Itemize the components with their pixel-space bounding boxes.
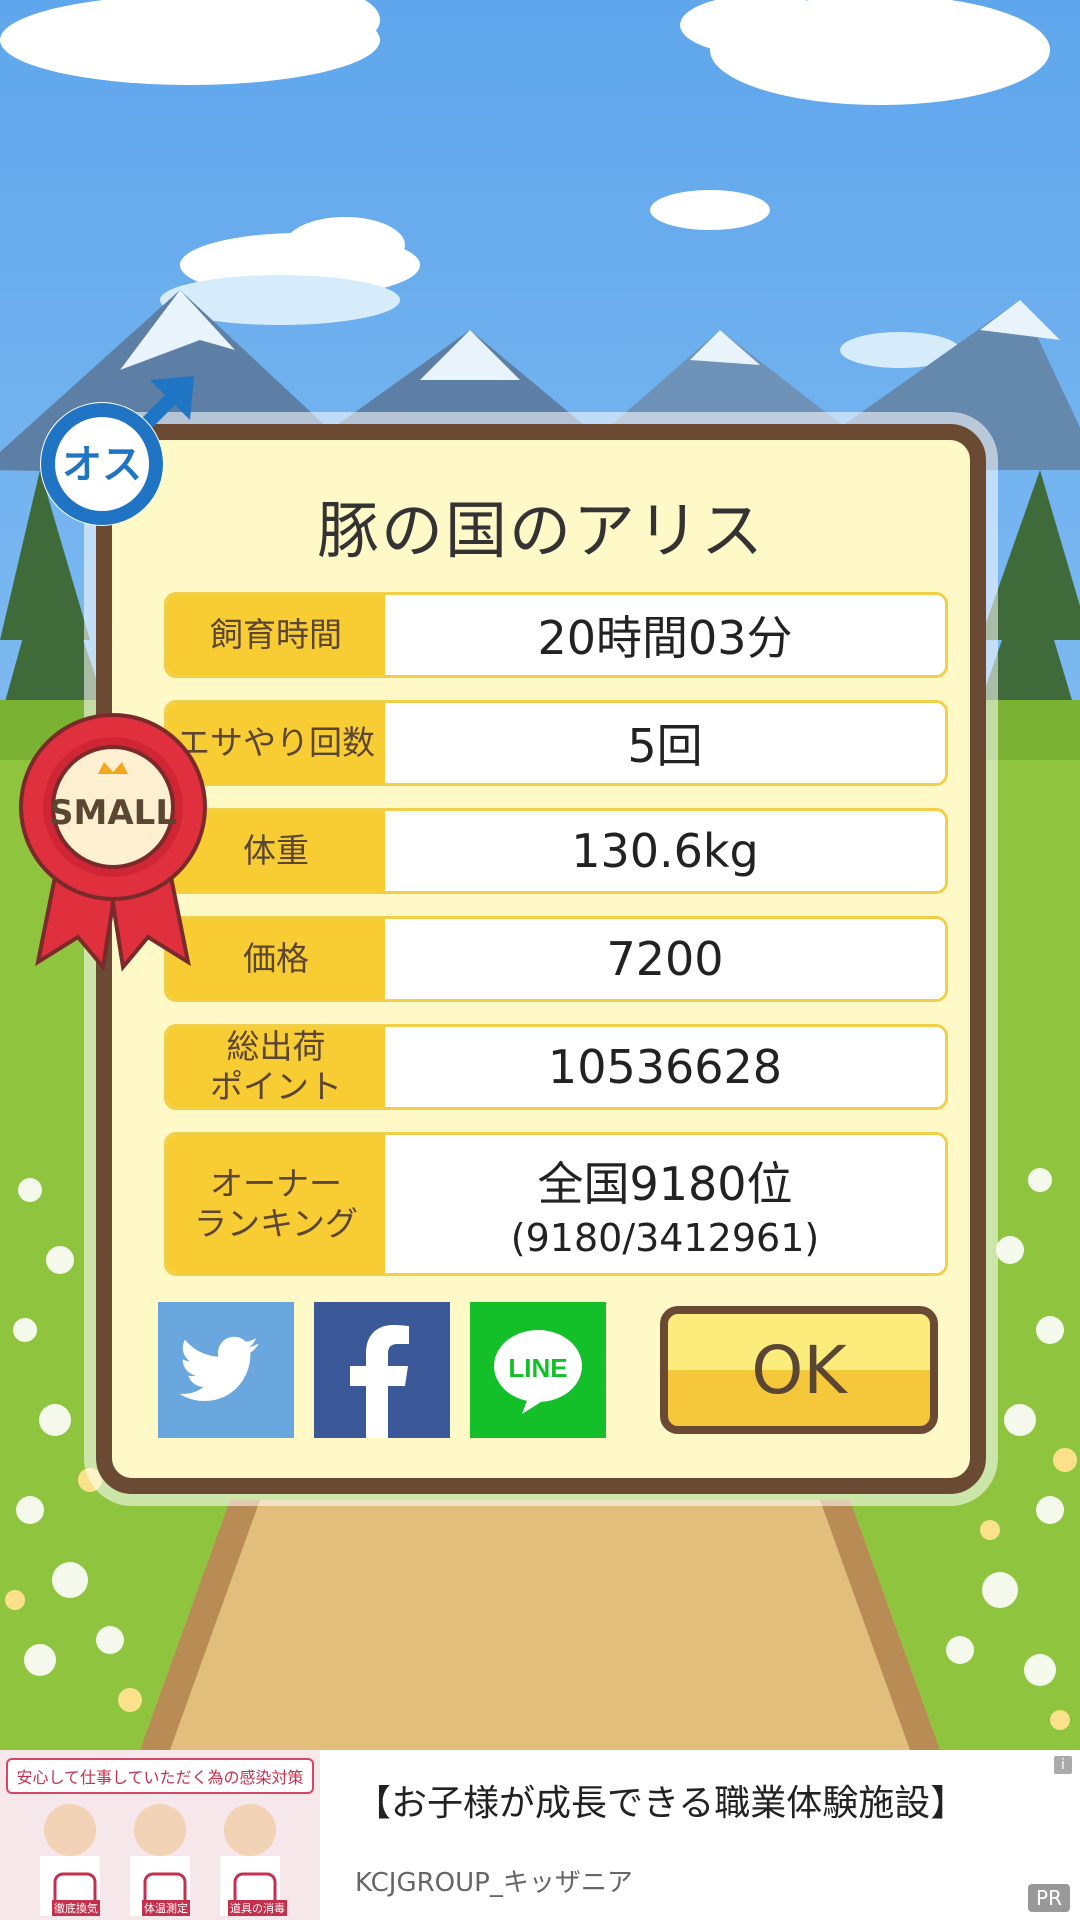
stat-label: 飼育時間: [167, 595, 385, 675]
ok-button[interactable]: OK: [660, 1306, 938, 1434]
ad-image[interactable]: 安心して仕事していただく為の感染対策 徹底換気 体温測定 道具の消毒: [0, 1750, 320, 1920]
share-buttons: LINE OK: [158, 1302, 958, 1438]
facebook-f-icon: [350, 1325, 409, 1438]
stat-row-weight: 体重 130.6kg: [164, 808, 948, 894]
pig-name-title: 豚の国のアリス: [316, 494, 765, 567]
twitter-share-button[interactable]: [158, 1302, 294, 1438]
svg-text:LINE: LINE: [508, 1353, 567, 1383]
stat-row-owner-ranking: オーナー ランキング 全国9180位 (9180/3412961): [164, 1132, 948, 1276]
male-gender-badge: オス: [38, 372, 198, 532]
line-share-button[interactable]: LINE: [470, 1302, 606, 1438]
ad-image-caption: 体温測定: [142, 1900, 190, 1916]
facebook-share-button[interactable]: [314, 1302, 450, 1438]
ad-image-caption: 道具の消毒: [228, 1900, 287, 1916]
stat-value: 5回: [627, 719, 703, 773]
stat-label: オーナー ランキング: [167, 1135, 385, 1273]
stat-row-shipping-points: 総出荷 ポイント 10536628: [164, 1024, 948, 1110]
ad-image-caption: 徹底換気: [52, 1900, 100, 1916]
twitter-bird-icon: [179, 1336, 259, 1401]
ad-title[interactable]: 【お子様が成長できる職業体験施設】: [355, 1774, 966, 1826]
stat-row-price: 価格 7200: [164, 916, 948, 1002]
stat-sub-value: (9180/3412961): [510, 1216, 820, 1260]
ad-info-icon[interactable]: i: [1054, 1756, 1072, 1774]
ad-pr-badge: PR: [1028, 1884, 1070, 1912]
stats-list: 飼育時間 20時間03分 エサやり回数 5回 体重 130.6kg 価格 720…: [164, 592, 948, 1298]
ad-banner[interactable]: 安心して仕事していただく為の感染対策 徹底換気 体温測定 道具の消毒 【お子様が…: [0, 1750, 1080, 1920]
stat-row-raising-time: 飼育時間 20時間03分: [164, 592, 948, 678]
result-card: 豚の国のアリス 飼育時間 20時間03分 エサやり回数 5回 体重 130.6k…: [96, 424, 986, 1494]
ad-image-banner: 安心して仕事していただく為の感染対策: [6, 1758, 314, 1794]
size-award-ribbon: SMALL: [18, 712, 208, 972]
ad-sponsor: KCJGROUP_キッザニア: [355, 1868, 633, 1898]
line-bubble-icon: LINE: [494, 1330, 582, 1414]
stat-value: 130.6kg: [571, 824, 759, 878]
stat-label: 総出荷 ポイント: [167, 1027, 385, 1107]
stat-row-feed-count: エサやり回数 5回: [164, 700, 948, 786]
svg-text:オス: オス: [62, 442, 142, 488]
stat-value: 10536628: [547, 1040, 783, 1094]
svg-text:SMALL: SMALL: [49, 793, 177, 833]
stat-value: 20時間03分: [537, 611, 793, 665]
stat-value: 7200: [606, 932, 724, 986]
stat-value: 全国9180位: [537, 1157, 793, 1211]
